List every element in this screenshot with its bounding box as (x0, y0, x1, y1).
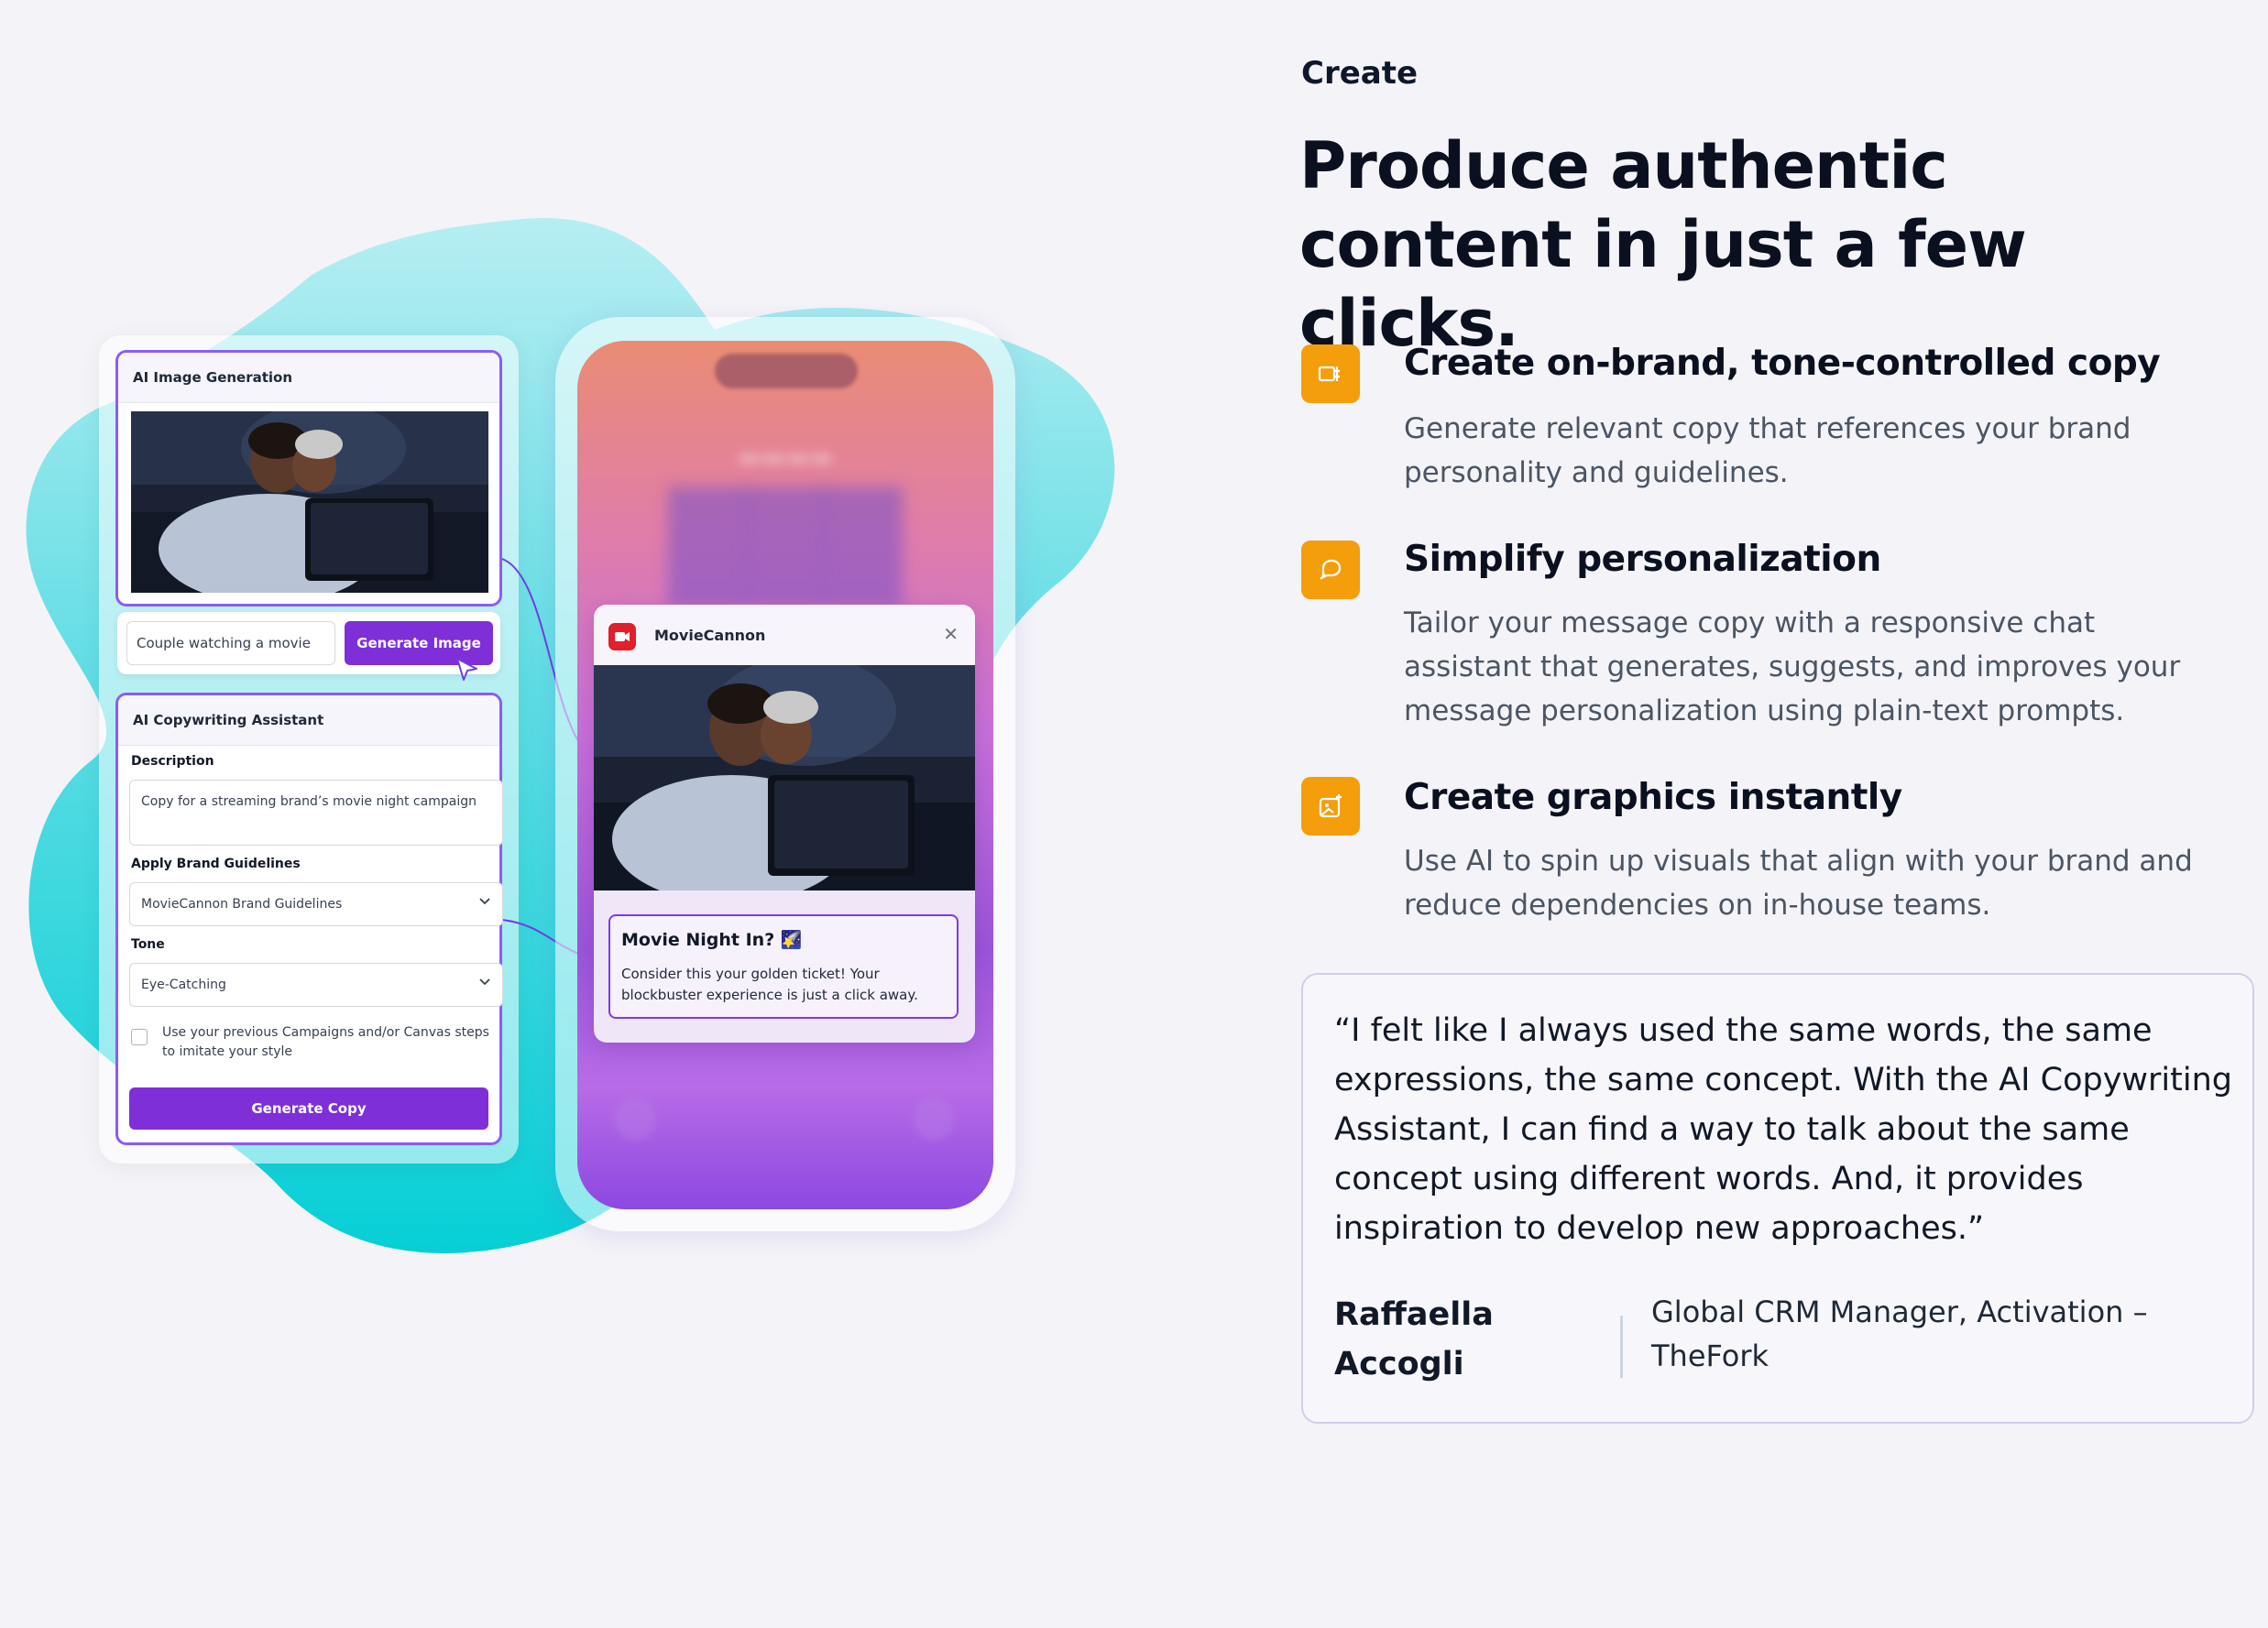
brand-guidelines-select[interactable]: MovieCannon Brand Guidelines (129, 882, 503, 926)
testimonial-card: “I felt like I always used the same word… (1301, 973, 2254, 1424)
feature-icon-2 (1301, 541, 1360, 599)
prompt-bar: Couple watching a movie Generate Image (117, 612, 500, 674)
image-prompt-input[interactable]: Couple watching a movie (126, 621, 335, 665)
section-eyebrow: Create (1301, 55, 1419, 92)
feature-icon-3 (1301, 777, 1360, 836)
product-illustration: AI Image Generation Couple watching a mo… (0, 0, 1191, 1628)
cursor-icon (456, 658, 477, 681)
copy-icon (1318, 366, 1340, 382)
generated-image[interactable] (131, 411, 488, 593)
camera-icon (913, 1098, 955, 1140)
feature-desc-3: Use AI to spin up visuals that align wit… (1404, 845, 2193, 922)
lockscreen-date-blur: ▬▬▬▬ (737, 442, 834, 472)
testimonial-role: Global CRM Manager, Activation – TheFork (1651, 1295, 2148, 1373)
copywriting-assistant-card: AI Copywriting Assistant Description Cop… (115, 693, 503, 1145)
description-label: Description (131, 754, 214, 769)
video-camera-icon (615, 632, 630, 641)
testimonial-quote: “I felt like I always used the same word… (1334, 1012, 2232, 1247)
copywriting-card-title: AI Copywriting Assistant (133, 712, 324, 728)
chevron-down-icon (479, 898, 490, 905)
generate-copy-button[interactable]: Generate Copy (129, 1087, 488, 1130)
feature-title-3: Create graphics instantly (1404, 777, 1902, 818)
notification-app-name: MovieCannon (654, 627, 766, 644)
notification-title: Movie Night In? 🌠 (621, 930, 803, 950)
description-field[interactable]: Copy for a streaming brand’s movie night… (129, 780, 503, 846)
imitate-style-label: Use your previous Campaigns and/or Canva… (162, 1025, 489, 1059)
brand-guidelines-value: MovieCannon Brand Guidelines (141, 897, 343, 912)
flashlight-icon (614, 1098, 656, 1140)
notification-body: Consider this your golden ticket! Your b… (621, 966, 918, 1003)
tone-label: Tone (131, 937, 165, 952)
image-generation-card: AI Image Generation (115, 350, 502, 606)
testimonial-divider (1620, 1316, 1623, 1378)
notification-header (594, 605, 975, 665)
brand-guidelines-label: Apply Brand Guidelines (131, 857, 301, 871)
notification-image (594, 665, 975, 890)
app-icon (608, 623, 636, 650)
feature-desc-1: Generate relevant copy that references y… (1404, 412, 2131, 489)
chat-icon (1320, 559, 1342, 580)
image-sparkle-icon (1319, 794, 1342, 818)
feature-title-1: Create on-brand, tone-controlled copy (1404, 343, 2161, 384)
chevron-down-icon (479, 978, 490, 986)
testimonial-name: Raffaella Accogli (1334, 1296, 1494, 1382)
feature-desc-2: Tailor your message copy with a responsi… (1404, 606, 2181, 727)
tone-value: Eye-Catching (141, 978, 226, 992)
generated-copy-card: Movie Night In? 🌠 Consider this your gol… (608, 914, 959, 1019)
feature-icon-1 (1301, 344, 1360, 403)
lockscreen-time-blur: ███ (669, 487, 902, 605)
tone-select[interactable]: Eye-Catching (129, 963, 503, 1007)
imitate-style-checkbox[interactable] (131, 1029, 148, 1045)
phone-notch (715, 354, 858, 388)
close-icon[interactable]: ✕ (943, 623, 959, 645)
image-card-title: AI Image Generation (133, 369, 293, 386)
section-headline: Produce authentic content in just a few … (1299, 128, 2027, 361)
push-notification[interactable]: MovieCannon ✕ Movie Night In? 🌠 Consider… (594, 605, 975, 1043)
feature-title-2: Simplify personalization (1404, 539, 1881, 580)
